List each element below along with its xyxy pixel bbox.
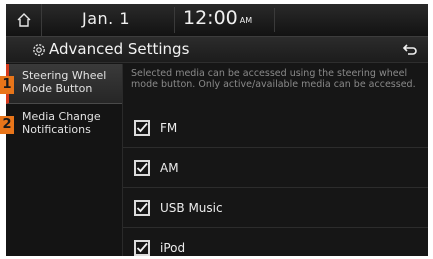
back-button[interactable] [392,37,428,63]
gear-icon [33,44,45,56]
status-divider [274,8,275,32]
head-unit-screen: Jan. 1 12:00 AM Advanced Settings Steerin… [6,4,428,256]
sidebar-item-label-line1: Media Change [22,110,101,123]
sidebar-item-media-change-notifications[interactable]: Media Change Notifications [6,105,122,145]
title-bar: Advanced Settings [6,36,428,63]
status-bar: Jan. 1 12:00 AM [6,4,428,36]
option-label-ipod: iPod [160,241,186,255]
home-icon [17,13,30,27]
status-clock: 12:00 AM [174,7,252,33]
callout-badge-1: 1 [0,76,14,94]
option-row-usb-music[interactable]: USB Music [123,188,428,228]
callout-badge-2: 2 [0,116,14,134]
option-label-am: AM [160,161,179,175]
checkmark-icon [136,202,148,213]
checkbox-ipod[interactable] [134,240,150,256]
sidebar-item-steering-wheel-mode-button[interactable]: Steering Wheel Mode Button [6,64,122,104]
description-text: Selected media can be accessed using the… [131,68,416,90]
option-label-fm: FM [160,121,178,135]
status-ampm: AM [239,16,253,25]
checkmark-icon [136,162,148,173]
checkbox-fm[interactable] [134,120,150,136]
option-row-ipod[interactable]: iPod [123,228,428,256]
option-label-usb-music: USB Music [160,201,223,215]
home-button[interactable] [6,4,42,36]
back-arrow-icon [402,44,417,55]
sidebar-item-label-line2: Notifications [22,123,91,136]
option-row-am[interactable]: AM [123,148,428,188]
checkmark-icon [136,242,148,253]
checkbox-am[interactable] [134,160,150,176]
status-date: Jan. 1 [82,9,131,28]
status-time: 12:00 [183,7,238,29]
page-title: Advanced Settings [49,40,190,58]
options-panel: Selected media can be accessed using the… [122,64,428,256]
option-row-fm[interactable]: FM [123,108,428,148]
sidebar-item-label-line1: Steering Wheel [22,69,107,82]
sidebar-item-label-line2: Mode Button [22,82,93,95]
checkmark-icon [136,122,148,133]
settings-sidebar: Steering Wheel Mode Button Media Change … [6,64,122,256]
checkbox-usb-music[interactable] [134,200,150,216]
